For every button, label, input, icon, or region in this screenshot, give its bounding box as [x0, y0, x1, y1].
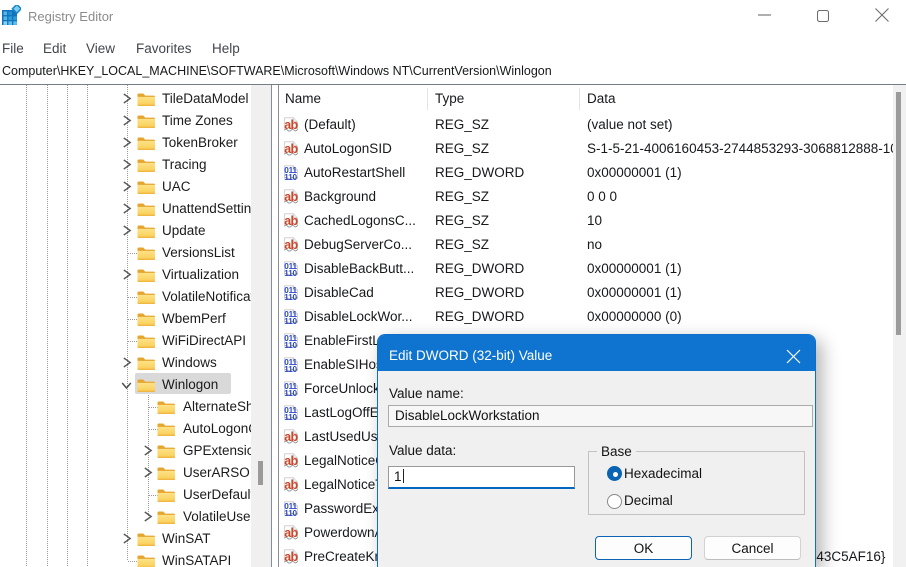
- svg-text:ab: ab: [284, 238, 298, 252]
- svg-text:ab: ab: [284, 430, 298, 444]
- svg-text:110: 110: [284, 269, 297, 277]
- svg-text:ab: ab: [284, 190, 298, 204]
- svg-text:110: 110: [284, 365, 297, 373]
- svg-text:110: 110: [284, 509, 297, 517]
- svg-text:ab: ab: [284, 142, 298, 156]
- svg-text:110: 110: [284, 341, 297, 349]
- svg-text:ab: ab: [284, 550, 298, 564]
- svg-text:ab: ab: [284, 454, 298, 468]
- svg-text:110: 110: [284, 389, 297, 397]
- svg-text:110: 110: [284, 413, 297, 421]
- svg-text:ab: ab: [284, 478, 298, 492]
- svg-text:110: 110: [284, 173, 297, 181]
- svg-text:110: 110: [284, 317, 297, 325]
- svg-text:ab: ab: [284, 214, 298, 228]
- svg-text:ab: ab: [284, 118, 298, 132]
- svg-text:ab: ab: [284, 526, 298, 540]
- svg-text:110: 110: [284, 293, 297, 301]
